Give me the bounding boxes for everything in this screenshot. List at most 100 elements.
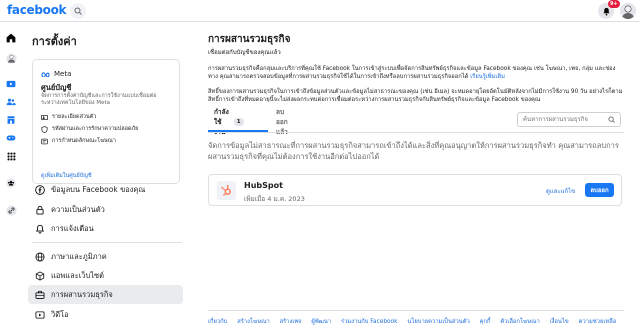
meta-logo: Meta xyxy=(41,70,71,78)
rail-gaming[interactable] xyxy=(4,132,18,144)
settings-item-label: แอพและเว็บไซต์ xyxy=(51,270,105,280)
ad-preferences-label: การกำหนดลักษณะโฆษณา xyxy=(52,138,116,144)
rail-menu[interactable] xyxy=(4,150,18,162)
footer-divider xyxy=(208,310,624,311)
intro-text: การผสานรวมธุรกิจคือกลุ่มและบริการที่คุณใ… xyxy=(208,66,616,80)
rail-marketplace[interactable] xyxy=(4,114,18,126)
bell-icon xyxy=(602,7,610,15)
main-content: การผสานรวมธุรกิจ เชื่อมต่อกับบัญชีของคุณ… xyxy=(200,22,632,336)
page-subtitle: เชื่อมต่อกับบัญชีของคุณแล้ว xyxy=(208,49,281,56)
rail-friends[interactable] xyxy=(4,96,18,108)
view-edit-link[interactable]: ดูและแก้ไข xyxy=(546,186,575,196)
expiry-paragraph: สิทธิ์ของการผสานรวมธุรกิจในการเข้าถึงข้อ… xyxy=(208,89,623,103)
footer-link-developers[interactable]: ผู้พัฒนา xyxy=(311,319,331,325)
settings-title: การตั้งค่า xyxy=(32,35,77,48)
footer-link-cookies[interactable]: คุกกี้ xyxy=(480,319,491,325)
integration-search[interactable] xyxy=(517,112,621,127)
remove-button[interactable]: ลบออก xyxy=(585,183,614,197)
globe-icon xyxy=(34,251,45,262)
settings-item-your-facebook-info[interactable]: ข้อมูลบน Facebook ของคุณ xyxy=(28,180,183,199)
rail-profile[interactable] xyxy=(4,52,18,64)
top-bar: facebook 9+ xyxy=(0,0,640,22)
integration-added-date: เพิ่มเมื่อ 4 ม.ค. 2023 xyxy=(244,195,305,203)
personal-details-label: รายละเอียดส่วนตัว xyxy=(52,114,97,120)
menu-divider xyxy=(32,242,182,243)
accounts-center-card: Meta ศูนย์บัญชี จัดการการตั้งค่าบัญชีและ… xyxy=(32,59,180,184)
briefcase-icon xyxy=(34,289,45,300)
search-icon xyxy=(608,116,615,123)
footer-link-help[interactable]: ความช่วยเหลือ xyxy=(579,319,617,325)
integration-name: HubSpot xyxy=(244,181,283,190)
home-icon xyxy=(6,33,16,43)
profile-icon xyxy=(5,52,17,64)
friends-icon xyxy=(6,98,16,106)
watch-icon xyxy=(6,80,16,88)
notification-badge: 9+ xyxy=(608,0,620,8)
manage-info: จัดการข้อมูลไม่สาธารณะที่การผสานรวมธุรกิ… xyxy=(208,141,619,161)
link-icon xyxy=(5,204,17,216)
bell-icon xyxy=(34,223,45,234)
settings-item-language-region[interactable]: ภาษาและภูมิภาค xyxy=(28,247,183,266)
settings-item-notifications[interactable]: การแจ้งเตือน xyxy=(28,219,183,238)
rail-groups[interactable] xyxy=(4,177,18,189)
settings-item-label: วิดีโอ xyxy=(51,309,69,319)
accounts-center-description: จัดการการตั้งค่าบัญชีและการใช้งานแบบเชื่… xyxy=(41,93,157,106)
settings-item-videos[interactable]: วิดีโอ xyxy=(28,305,183,324)
tabs-divider xyxy=(208,132,624,133)
settings-item-label: ข้อมูลบน Facebook ของคุณ xyxy=(51,184,146,194)
accounts-center-personal-details[interactable]: รายละเอียดส่วนตัว xyxy=(41,113,96,121)
rail-link[interactable] xyxy=(4,204,18,216)
footer-link-privacy[interactable]: นโยบายความเป็นส่วนตัว xyxy=(407,319,469,325)
footer-link-create-ad[interactable]: สร้างโฆษณา xyxy=(237,319,270,325)
intro-paragraph: การผสานรวมธุรกิจคือกลุ่มและบริการที่คุณใ… xyxy=(208,65,624,81)
search-input[interactable] xyxy=(523,116,603,123)
ad-icon xyxy=(41,138,48,145)
search-button[interactable] xyxy=(70,3,86,19)
video-icon xyxy=(34,309,45,320)
left-rail xyxy=(0,22,22,336)
settings-sidebar: การตั้งค่า Meta ศูนย์บัญชี จัดการการตั้ง… xyxy=(24,22,186,336)
footer-link-create-page[interactable]: สร้างเพจ xyxy=(280,319,302,325)
accounts-center-link[interactable]: ดูเพิ่มเติมในศูนย์บัญชี xyxy=(41,172,92,180)
footer-link-ad-choices[interactable]: ตัวเลือกโฆษณา xyxy=(500,319,539,325)
search-icon xyxy=(74,7,82,15)
menu-grid-icon xyxy=(7,152,15,160)
rail-home[interactable] xyxy=(4,32,18,44)
settings-item-label: ภาษาและภูมิภาค xyxy=(51,251,107,261)
lock-icon xyxy=(34,204,45,215)
tab-active[interactable]: กำลังใช้งาน 1 xyxy=(214,108,244,136)
facebook-logo[interactable]: facebook xyxy=(7,3,67,17)
footer-link-terms[interactable]: เงื่อนไข xyxy=(550,319,569,325)
meta-infinity-icon xyxy=(41,72,50,77)
settings-item-business-integrations[interactable]: การผสานรวมธุรกิจ xyxy=(28,285,183,304)
account-avatar[interactable] xyxy=(620,3,636,19)
groups-icon xyxy=(6,178,16,188)
gaming-icon xyxy=(6,135,16,141)
rail-watch[interactable] xyxy=(4,78,18,90)
cube-icon xyxy=(34,270,45,281)
integration-card: HubSpot เพิ่มเมื่อ 4 ม.ค. 2023 ดูและแก้ไ… xyxy=(208,174,622,206)
settings-item-privacy[interactable]: ความเป็นส่วนตัว xyxy=(28,200,183,219)
tab-removed[interactable]: ลบออกแล้ว xyxy=(276,108,288,136)
facebook-circle-icon xyxy=(34,184,45,195)
footer-links: เกี่ยวกับ สร้างโฆษณา สร้างเพจ ผู้พัฒนา ร… xyxy=(208,317,628,327)
password-security-label: รหัสผ่านและการรักษาความปลอดภัย xyxy=(52,126,139,132)
shield-icon xyxy=(41,125,48,133)
page-title: การผสานรวมธุรกิจ xyxy=(208,34,291,45)
learn-more-link[interactable]: เรียนรู้เพิ่มเติม xyxy=(470,74,505,80)
person-card-icon xyxy=(41,114,48,121)
settings-item-apps-websites[interactable]: แอพและเว็บไซต์ xyxy=(28,266,183,285)
accounts-center-ad-preferences[interactable]: การกำหนดลักษณะโฆษณา xyxy=(41,137,116,145)
marketplace-icon xyxy=(7,116,15,124)
settings-item-label: การแจ้งเตือน xyxy=(51,223,94,233)
settings-item-label: ความเป็นส่วนตัว xyxy=(51,204,105,214)
footer-link-careers[interactable]: ร่วมงานกับ Facebook xyxy=(341,319,398,325)
settings-item-label: การผสานรวมธุรกิจ xyxy=(51,289,113,299)
avatar-icon xyxy=(620,3,636,19)
hubspot-sprocket-icon xyxy=(221,185,231,196)
footer-link-about[interactable]: เกี่ยวกับ xyxy=(208,319,227,325)
tab-active-count: 1 xyxy=(233,118,244,126)
accounts-center-password-security[interactable]: รหัสผ่านและการรักษาความปลอดภัย xyxy=(41,125,138,133)
hubspot-logo xyxy=(217,181,236,200)
meta-logo-label: Meta xyxy=(54,70,72,78)
